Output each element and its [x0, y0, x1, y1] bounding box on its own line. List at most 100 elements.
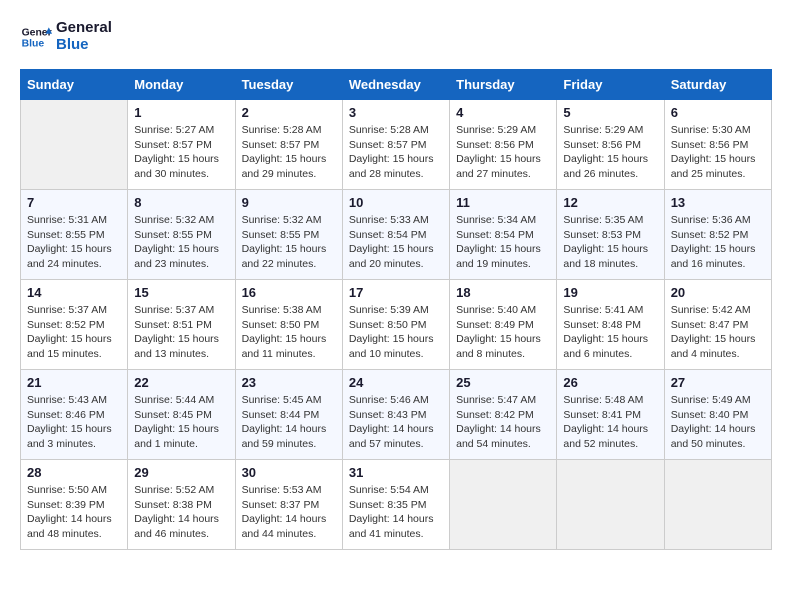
day-number: 22	[134, 375, 228, 390]
day-number: 18	[456, 285, 550, 300]
calendar-cell: 18 Sunrise: 5:40 AM Sunset: 8:49 PM Dayli…	[450, 280, 557, 370]
calendar-cell: 19 Sunrise: 5:41 AM Sunset: 8:48 PM Dayli…	[557, 280, 664, 370]
calendar-cell	[557, 460, 664, 550]
calendar-cell: 1 Sunrise: 5:27 AM Sunset: 8:57 PM Daylig…	[128, 100, 235, 190]
weekday-header-monday: Monday	[128, 70, 235, 100]
day-info: Sunrise: 5:33 AM Sunset: 8:54 PM Dayligh…	[349, 213, 443, 272]
day-info: Sunrise: 5:34 AM Sunset: 8:54 PM Dayligh…	[456, 213, 550, 272]
calendar-week-4: 21 Sunrise: 5:43 AM Sunset: 8:46 PM Dayli…	[21, 370, 772, 460]
day-number: 24	[349, 375, 443, 390]
weekday-header-thursday: Thursday	[450, 70, 557, 100]
day-info: Sunrise: 5:28 AM Sunset: 8:57 PM Dayligh…	[349, 123, 443, 182]
calendar-cell: 31Sunrise: 5:54 AM Sunset: 8:35 PM Dayli…	[342, 460, 449, 550]
day-number: 10	[349, 195, 443, 210]
day-info: Sunrise: 5:30 AM Sunset: 8:56 PM Dayligh…	[671, 123, 765, 182]
day-number: 19	[563, 285, 657, 300]
calendar-cell: 12Sunrise: 5:35 AM Sunset: 8:53 PM Dayli…	[557, 190, 664, 280]
day-number: 7	[27, 195, 121, 210]
day-number: 14	[27, 285, 121, 300]
calendar-cell	[21, 100, 128, 190]
day-number: 5	[563, 105, 657, 120]
day-number: 15	[134, 285, 228, 300]
day-info: Sunrise: 5:40 AM Sunset: 8:49 PM Dayligh…	[456, 303, 550, 362]
calendar-cell: 6 Sunrise: 5:30 AM Sunset: 8:56 PM Daylig…	[664, 100, 771, 190]
day-info: Sunrise: 5:48 AM Sunset: 8:41 PM Dayligh…	[563, 393, 657, 452]
calendar-cell: 8Sunrise: 5:32 AM Sunset: 8:55 PM Daylig…	[128, 190, 235, 280]
day-number: 12	[563, 195, 657, 210]
calendar-table: SundayMondayTuesdayWednesdayThursdayFrid…	[20, 69, 772, 550]
calendar-week-5: 28Sunrise: 5:50 AM Sunset: 8:39 PM Dayli…	[21, 460, 772, 550]
day-number: 2	[242, 105, 336, 120]
day-info: Sunrise: 5:42 AM Sunset: 8:47 PM Dayligh…	[671, 303, 765, 362]
calendar-week-1: 1 Sunrise: 5:27 AM Sunset: 8:57 PM Daylig…	[21, 100, 772, 190]
calendar-cell: 24 Sunrise: 5:46 AM Sunset: 8:43 PM Dayli…	[342, 370, 449, 460]
day-info: Sunrise: 5:37 AM Sunset: 8:51 PM Dayligh…	[134, 303, 228, 362]
day-number: 13	[671, 195, 765, 210]
calendar-cell: 9 Sunrise: 5:32 AM Sunset: 8:55 PM Daylig…	[235, 190, 342, 280]
calendar-cell: 4Sunrise: 5:29 AM Sunset: 8:56 PM Daylig…	[450, 100, 557, 190]
day-info: Sunrise: 5:37 AM Sunset: 8:52 PM Dayligh…	[27, 303, 121, 362]
day-number: 30	[242, 465, 336, 480]
calendar-cell: 25 Sunrise: 5:47 AM Sunset: 8:42 PM Dayli…	[450, 370, 557, 460]
calendar-cell: 11Sunrise: 5:34 AM Sunset: 8:54 PM Dayli…	[450, 190, 557, 280]
calendar-cell: 20 Sunrise: 5:42 AM Sunset: 8:47 PM Dayli…	[664, 280, 771, 370]
calendar-cell: 22Sunrise: 5:44 AM Sunset: 8:45 PM Dayli…	[128, 370, 235, 460]
weekday-header-sunday: Sunday	[21, 70, 128, 100]
day-info: Sunrise: 5:41 AM Sunset: 8:48 PM Dayligh…	[563, 303, 657, 362]
calendar-cell: 23 Sunrise: 5:45 AM Sunset: 8:44 PM Dayli…	[235, 370, 342, 460]
calendar-week-3: 14 Sunrise: 5:37 AM Sunset: 8:52 PM Dayli…	[21, 280, 772, 370]
calendar-cell: 29 Sunrise: 5:52 AM Sunset: 8:38 PM Dayli…	[128, 460, 235, 550]
calendar-cell: 14 Sunrise: 5:37 AM Sunset: 8:52 PM Dayli…	[21, 280, 128, 370]
calendar-cell: 28Sunrise: 5:50 AM Sunset: 8:39 PM Dayli…	[21, 460, 128, 550]
calendar-cell: 15 Sunrise: 5:37 AM Sunset: 8:51 PM Dayli…	[128, 280, 235, 370]
day-number: 29	[134, 465, 228, 480]
day-number: 26	[563, 375, 657, 390]
logo-text: General Blue	[56, 20, 112, 53]
day-number: 25	[456, 375, 550, 390]
day-number: 21	[27, 375, 121, 390]
calendar-cell: 13 Sunrise: 5:36 AM Sunset: 8:52 PM Dayli…	[664, 190, 771, 280]
logo: General Blue General Blue	[20, 20, 112, 53]
day-info: Sunrise: 5:27 AM Sunset: 8:57 PM Dayligh…	[134, 123, 228, 182]
day-info: Sunrise: 5:36 AM Sunset: 8:52 PM Dayligh…	[671, 213, 765, 272]
calendar-cell: 21 Sunrise: 5:43 AM Sunset: 8:46 PM Dayli…	[21, 370, 128, 460]
day-number: 6	[671, 105, 765, 120]
day-info: Sunrise: 5:52 AM Sunset: 8:38 PM Dayligh…	[134, 483, 228, 542]
calendar-cell: 7Sunrise: 5:31 AM Sunset: 8:55 PM Daylig…	[21, 190, 128, 280]
calendar-cell: 5 Sunrise: 5:29 AM Sunset: 8:56 PM Daylig…	[557, 100, 664, 190]
calendar-cell: 2 Sunrise: 5:28 AM Sunset: 8:57 PM Daylig…	[235, 100, 342, 190]
day-info: Sunrise: 5:38 AM Sunset: 8:50 PM Dayligh…	[242, 303, 336, 362]
day-number: 31	[349, 465, 443, 480]
svg-text:Blue: Blue	[22, 38, 45, 49]
day-number: 23	[242, 375, 336, 390]
day-info: Sunrise: 5:32 AM Sunset: 8:55 PM Dayligh…	[242, 213, 336, 272]
calendar-cell: 3Sunrise: 5:28 AM Sunset: 8:57 PM Daylig…	[342, 100, 449, 190]
day-info: Sunrise: 5:45 AM Sunset: 8:44 PM Dayligh…	[242, 393, 336, 452]
day-number: 8	[134, 195, 228, 210]
day-info: Sunrise: 5:28 AM Sunset: 8:57 PM Dayligh…	[242, 123, 336, 182]
calendar-cell: 27 Sunrise: 5:49 AM Sunset: 8:40 PM Dayli…	[664, 370, 771, 460]
weekday-header-wednesday: Wednesday	[342, 70, 449, 100]
calendar-cell: 30 Sunrise: 5:53 AM Sunset: 8:37 PM Dayli…	[235, 460, 342, 550]
calendar-week-2: 7Sunrise: 5:31 AM Sunset: 8:55 PM Daylig…	[21, 190, 772, 280]
day-info: Sunrise: 5:50 AM Sunset: 8:39 PM Dayligh…	[27, 483, 121, 542]
weekday-header-friday: Friday	[557, 70, 664, 100]
day-info: Sunrise: 5:43 AM Sunset: 8:46 PM Dayligh…	[27, 393, 121, 452]
calendar-cell: 10 Sunrise: 5:33 AM Sunset: 8:54 PM Dayli…	[342, 190, 449, 280]
header: General Blue General Blue	[20, 20, 772, 53]
day-info: Sunrise: 5:49 AM Sunset: 8:40 PM Dayligh…	[671, 393, 765, 452]
calendar-cell: 26 Sunrise: 5:48 AM Sunset: 8:41 PM Dayli…	[557, 370, 664, 460]
day-info: Sunrise: 5:53 AM Sunset: 8:37 PM Dayligh…	[242, 483, 336, 542]
day-number: 20	[671, 285, 765, 300]
day-number: 27	[671, 375, 765, 390]
day-number: 9	[242, 195, 336, 210]
day-number: 1	[134, 105, 228, 120]
calendar-cell	[664, 460, 771, 550]
calendar-cell: 16 Sunrise: 5:38 AM Sunset: 8:50 PM Dayli…	[235, 280, 342, 370]
day-info: Sunrise: 5:46 AM Sunset: 8:43 PM Dayligh…	[349, 393, 443, 452]
calendar-cell	[450, 460, 557, 550]
day-info: Sunrise: 5:47 AM Sunset: 8:42 PM Dayligh…	[456, 393, 550, 452]
day-number: 16	[242, 285, 336, 300]
day-info: Sunrise: 5:29 AM Sunset: 8:56 PM Dayligh…	[563, 123, 657, 182]
weekday-header-tuesday: Tuesday	[235, 70, 342, 100]
